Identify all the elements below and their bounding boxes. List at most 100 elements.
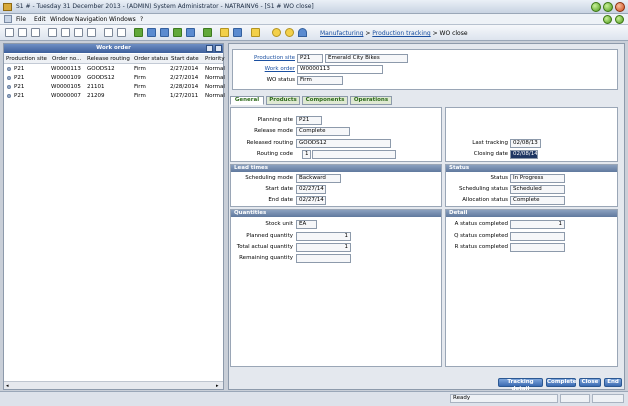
tab-components[interactable]: Components	[302, 96, 348, 105]
chart-icon[interactable]	[173, 28, 182, 37]
cell-status: Firm	[134, 93, 146, 99]
column-order-status[interactable]: Order status	[134, 56, 168, 62]
close-window-button[interactable]	[615, 2, 625, 12]
menu-bar: File Edit Window Navigation Windows ?	[0, 14, 628, 25]
cell-start-date: 2/27/2014	[170, 75, 199, 81]
copy-icon[interactable]	[147, 28, 156, 37]
menu-navigation[interactable]: Navigation	[75, 16, 107, 23]
scheduling-mode-label: Scheduling mode	[245, 175, 293, 181]
detail-title: Detail	[446, 210, 617, 217]
scroll-right-icon[interactable]: ▸	[216, 383, 219, 389]
save-icon[interactable]	[18, 28, 27, 37]
breadcrumb-separator: >	[363, 30, 373, 37]
print-icon[interactable]	[31, 28, 40, 37]
complete-button[interactable]: Complete	[546, 378, 576, 387]
q-status-completed-label: Q status completed	[454, 233, 508, 239]
tab-products[interactable]: Products	[266, 96, 300, 105]
work-order-list-title: Work order	[4, 44, 223, 53]
table-row[interactable]: P21 W0000007 21209 Firm 1/27/2011 Normal	[4, 92, 225, 101]
cell-order-no: W0000007	[51, 93, 81, 99]
mdi-minimize-button[interactable]	[603, 15, 612, 24]
closing-date-field[interactable]: 02/08/14	[510, 150, 538, 159]
lead-times-title: Lead times	[231, 165, 441, 172]
exit-icon[interactable]	[251, 28, 260, 37]
favorite-add-icon[interactable]	[285, 28, 294, 37]
previous-record-icon[interactable]	[61, 28, 70, 37]
refresh-icon[interactable]	[203, 28, 212, 37]
scroll-left-icon[interactable]: ◂	[6, 383, 9, 389]
column-start-date[interactable]: Start date	[171, 56, 199, 62]
allocation-status-field: Complete	[510, 196, 565, 205]
cell-start-date: 1/27/2011	[170, 93, 199, 99]
mdi-close-button[interactable]	[615, 15, 624, 24]
a-status-completed-field: 1	[510, 220, 565, 229]
next-record-icon[interactable]	[74, 28, 83, 37]
column-release-routing[interactable]: Release routing	[87, 56, 130, 62]
production-site-field[interactable]: P21	[297, 54, 323, 63]
column-priority[interactable]: Priority	[205, 56, 225, 62]
planned-quantity-field: 1	[296, 232, 351, 241]
column-order-no[interactable]: Order no...	[52, 56, 81, 62]
table-row[interactable]: P21 W0000105 21101 Firm 2/28/2014 Normal	[4, 83, 225, 92]
list-collapse-icon[interactable]	[215, 45, 222, 52]
wo-status-label: WO status	[266, 77, 295, 83]
selection-icon[interactable]	[134, 28, 143, 37]
menu-file[interactable]: File	[16, 16, 26, 23]
planning-site-field: P21	[296, 116, 322, 125]
help-icon[interactable]	[220, 28, 229, 37]
cell-order-no: W0000113	[51, 66, 81, 72]
work-order-label[interactable]: Work order	[235, 66, 295, 72]
print-preview-icon[interactable]	[233, 28, 242, 37]
breadcrumb-manufacturing[interactable]: Manufacturing	[320, 30, 363, 37]
breadcrumb-production-tracking[interactable]: Production tracking	[372, 30, 430, 37]
first-record-icon[interactable]	[48, 28, 57, 37]
calendar-icon[interactable]	[186, 28, 195, 37]
row-bullet-icon	[7, 94, 11, 98]
status-field: In Progress	[510, 174, 565, 183]
paste-icon[interactable]	[160, 28, 169, 37]
menu-edit[interactable]: Edit	[34, 16, 46, 23]
tracking-detail-button[interactable]: Tracking detail	[498, 378, 543, 392]
work-order-field[interactable]: W0000113	[297, 65, 383, 74]
breadcrumb-separator: >	[430, 30, 440, 37]
menu-help[interactable]: ?	[140, 16, 143, 23]
r-status-completed-label: R status completed	[454, 244, 508, 250]
cell-site: P21	[14, 84, 25, 90]
new-icon[interactable]	[5, 28, 14, 37]
cell-priority: Normal	[205, 93, 225, 99]
planned-quantity-label: Planned quantity	[246, 233, 293, 239]
end-button[interactable]: End	[604, 378, 622, 387]
cell-routing: GOODS12	[87, 66, 115, 72]
window-title: S1 # - Tuesday 31 December 2013 - (ADMIN…	[16, 3, 314, 10]
menu-windows[interactable]: Windows	[109, 16, 136, 23]
remaining-quantity-label: Remaining quantity	[239, 255, 293, 261]
last-record-icon[interactable]	[87, 28, 96, 37]
column-production-site[interactable]: Production site	[6, 56, 47, 62]
cell-routing: 21209	[87, 93, 105, 99]
attachment-icon[interactable]	[104, 28, 113, 37]
menu-window[interactable]: Window	[50, 16, 74, 23]
minimize-button[interactable]	[591, 2, 601, 12]
toolbar	[0, 25, 628, 41]
cell-status: Firm	[134, 75, 146, 81]
routing-code-label: Routing code	[256, 151, 293, 157]
horizontal-scrollbar[interactable]: ◂ ▸	[4, 381, 223, 389]
scheduling-status-field: Scheduled	[510, 185, 565, 194]
tab-operations[interactable]: Operations	[350, 96, 392, 105]
close-button[interactable]: Close	[579, 378, 601, 387]
list-pin-icon[interactable]	[206, 45, 213, 52]
delete-icon[interactable]	[117, 28, 126, 37]
row-bullet-icon	[7, 76, 11, 80]
maximize-button[interactable]	[603, 2, 613, 12]
pin-icon[interactable]	[298, 28, 307, 37]
table-row[interactable]: P21 W0000113 GOODS12 Firm 2/27/2014 Norm…	[4, 65, 225, 74]
start-date-label: Start date	[265, 186, 293, 192]
favorite-star-icon[interactable]	[272, 28, 281, 37]
production-site-label[interactable]: Production site	[235, 55, 295, 61]
header-block: Production site P21 Emerald City Bikes W…	[232, 49, 618, 90]
cell-priority: Normal	[205, 84, 225, 90]
table-row[interactable]: P21 W0000109 GOODS12 Firm 2/27/2014 Norm…	[4, 74, 225, 83]
tab-general[interactable]: General	[230, 96, 264, 105]
row-bullet-icon	[7, 67, 11, 71]
last-tracking-field: 02/08/13	[510, 139, 541, 148]
